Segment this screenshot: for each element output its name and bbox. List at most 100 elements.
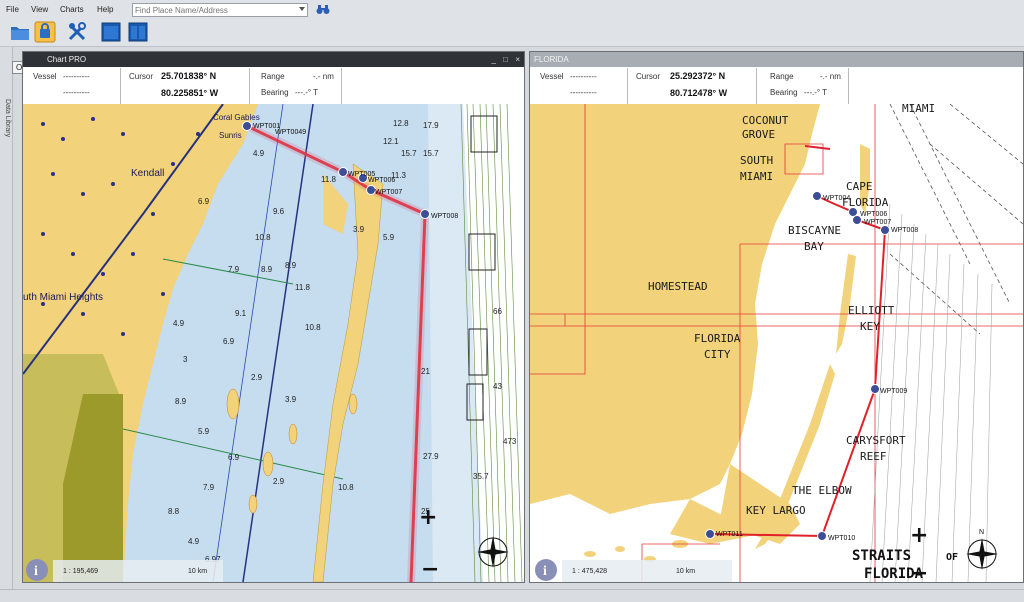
svg-text:10.8: 10.8 <box>305 323 321 332</box>
place-label: REEF <box>860 450 887 463</box>
bearing-label: Bearing <box>261 88 289 97</box>
data-library-label: Data Library <box>4 99 11 138</box>
svg-text:11.8: 11.8 <box>321 175 337 184</box>
right-panel-title: FLORIDA <box>530 52 1023 67</box>
svg-text:N: N <box>979 529 984 536</box>
svg-text:3.9: 3.9 <box>285 395 297 404</box>
svg-text:473: 473 <box>503 437 517 446</box>
left-panel-title-text: Chart PRO <box>47 55 87 64</box>
cursor-lon: 80.225851° W <box>161 88 219 98</box>
svg-text:6.9: 6.9 <box>198 197 210 206</box>
svg-text:8.9: 8.9 <box>285 261 297 270</box>
svg-text:8.9: 8.9 <box>175 397 187 406</box>
place-label: COCONUT <box>742 114 789 127</box>
find-place-box[interactable] <box>132 3 308 17</box>
zoom-in-icon[interactable]: + <box>419 505 437 530</box>
dropdown-arrow-icon[interactable] <box>299 7 305 11</box>
cursor-label: Cursor <box>129 72 154 81</box>
svg-text:4.9: 4.9 <box>188 537 200 546</box>
range-label: Range <box>261 72 285 81</box>
left-chart-panel: Chart PRO _ □ × Vessel ---------- ------… <box>22 51 525 583</box>
place-label: SOUTH <box>740 154 773 167</box>
tools-icon[interactable] <box>66 21 88 43</box>
menu-charts[interactable]: Charts <box>60 5 84 14</box>
svg-text:8.9: 8.9 <box>261 265 273 274</box>
menu-bar: File View Charts Help <box>0 0 1024 21</box>
cursor-lon: 80.712478° W <box>670 88 728 98</box>
svg-text:21: 21 <box>421 367 430 376</box>
svg-text:11.3: 11.3 <box>391 171 407 180</box>
place-label: FLORIDA <box>694 332 741 345</box>
svg-text:6.9: 6.9 <box>223 337 235 346</box>
svg-text:66: 66 <box>493 307 502 316</box>
place-label: CAPE <box>846 180 873 193</box>
vessel-lon: ---------- <box>63 88 90 97</box>
svg-text:10.8: 10.8 <box>338 483 354 492</box>
zoom-out-icon[interactable]: − <box>910 561 928 582</box>
svg-text:7.9: 7.9 <box>228 265 240 274</box>
svg-text:6.9: 6.9 <box>228 453 240 462</box>
svg-text:17.9: 17.9 <box>423 121 439 130</box>
svg-text:i: i <box>543 564 547 579</box>
right-panel-title-text: FLORIDA <box>534 55 569 64</box>
zoom-out-icon[interactable]: − <box>421 557 439 582</box>
range-value: -.- nm <box>820 72 841 81</box>
wpt-label: WPT007 <box>375 189 402 196</box>
single-view-icon[interactable] <box>100 21 122 43</box>
vessel-label: Vessel <box>33 72 57 81</box>
find-place-input[interactable] <box>135 4 295 16</box>
svg-text:3: 3 <box>183 355 188 364</box>
right-nautical-chart[interactable]: WPT004 WPT006 WPT007 WPT008 WPT009 WPT01… <box>530 104 1023 582</box>
data-library-tab[interactable]: Data Library <box>0 47 13 589</box>
wpt-label: WPT009 <box>880 388 907 395</box>
svg-text:9.6: 9.6 <box>273 207 285 216</box>
menu-file[interactable]: File <box>6 5 19 14</box>
place-label: MIAMI <box>740 170 773 183</box>
vessel-lat: ---------- <box>63 72 90 81</box>
cursor-lat: 25.701838° N <box>161 71 217 81</box>
vessel-label: Vessel <box>540 72 564 81</box>
maximize-icon[interactable]: □ <box>503 52 508 67</box>
close-icon[interactable]: × <box>515 52 520 67</box>
minimize-icon[interactable]: _ <box>492 52 496 67</box>
menu-help[interactable]: Help <box>97 5 113 14</box>
place-label: MIAMI <box>902 104 935 115</box>
place-label: BAY <box>804 240 824 253</box>
place-label: Sunris <box>219 131 242 140</box>
scale-bar-label: 10 km <box>188 568 207 575</box>
svg-text:i: i <box>34 564 38 579</box>
svg-text:2.9: 2.9 <box>273 477 285 486</box>
svg-text:27.9: 27.9 <box>423 452 439 461</box>
place-label: GROVE <box>742 128 775 141</box>
place-label: Coral Gables <box>213 113 260 122</box>
binoculars-icon[interactable] <box>316 4 330 15</box>
svg-text:7.9: 7.9 <box>203 483 215 492</box>
svg-text:10.8: 10.8 <box>255 233 271 242</box>
vessel-lat: ---------- <box>570 72 597 81</box>
place-label: CARYSFORT <box>846 434 906 447</box>
svg-text:43: 43 <box>493 382 502 391</box>
left-nautical-chart[interactable]: WPT001 WPT0049 WPT005 WPT006 WPT007 WPT0… <box>23 104 524 582</box>
menu-view[interactable]: View <box>31 5 48 14</box>
place-label: THE ELBOW <box>792 484 852 497</box>
place-label: Kendall <box>131 168 164 179</box>
split-view-icon[interactable] <box>127 21 149 43</box>
svg-text:5.9: 5.9 <box>383 233 395 242</box>
zoom-in-icon[interactable]: + <box>910 523 928 548</box>
wpt-label: WPT006 <box>860 211 887 218</box>
wpt-label: WPT008 <box>431 213 458 220</box>
open-folder-icon[interactable] <box>9 21 31 43</box>
svg-text:9.1: 9.1 <box>235 309 247 318</box>
wpt-label: WPT011 <box>716 531 743 538</box>
range-label: Range <box>770 72 794 81</box>
left-panel-title: Chart PRO _ □ × <box>23 52 524 67</box>
left-info-bar: Vessel ---------- ---------- Cursor 25.7… <box>23 68 524 105</box>
horizontal-scrollbar[interactable] <box>0 589 1024 602</box>
open-chart-button[interactable] <box>34 21 56 43</box>
range-value: -.- nm <box>313 72 334 81</box>
svg-text:35.7: 35.7 <box>473 472 489 481</box>
svg-text:2.9: 2.9 <box>251 373 263 382</box>
svg-text:4.9: 4.9 <box>173 319 185 328</box>
svg-text:12.1: 12.1 <box>383 137 399 146</box>
scale-ratio: 1 : 475,428 <box>572 568 607 575</box>
